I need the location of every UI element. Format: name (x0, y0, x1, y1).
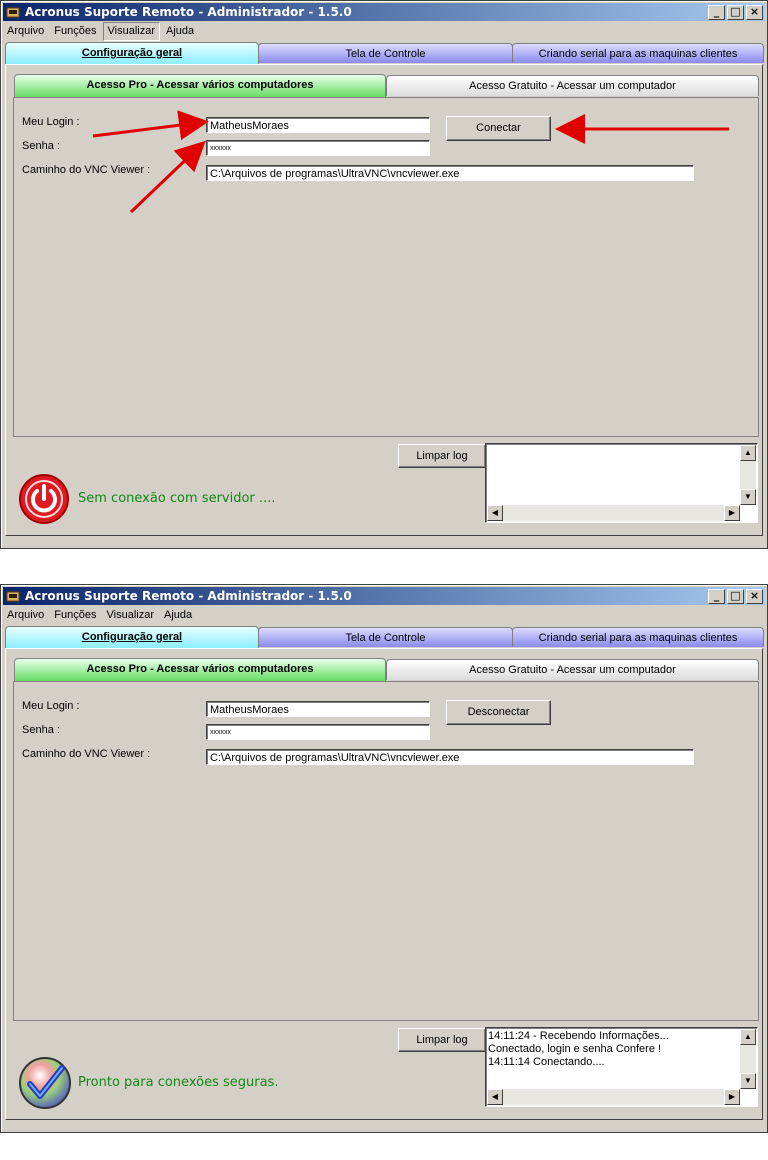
password-field[interactable]: xxxxxx (206, 724, 430, 740)
log-lines: 14:11:24 - Recebendo Informações... Cone… (488, 1030, 669, 1069)
app-icon (6, 591, 20, 602)
password-label: Senha : (22, 724, 60, 736)
vnc-path-label: Caminho do VNC Viewer : (22, 164, 151, 176)
tab-configuracao-geral[interactable]: Configuração geral (5, 42, 259, 65)
window-title: Acronus Suporte Remoto - Administrador -… (25, 589, 352, 603)
login-form-panel: Meu Login : MatheusMoraes Senha : xxxxxx… (13, 97, 759, 437)
subtab-acesso-pro[interactable]: Acesso Pro - Acessar vários computadores (14, 658, 386, 681)
log-line: Conectado, login e senha Confere ! (488, 1043, 662, 1055)
scroll-right-icon[interactable]: ▶ (724, 505, 740, 521)
subtab-acesso-gratuito[interactable]: Acesso Gratuito - Acessar um computador (386, 75, 759, 96)
tab-criando-serial[interactable]: Criando serial para as maquinas clientes (512, 627, 764, 647)
vnc-path-field[interactable]: C:\Arquivos de programas\UltraVNC\vncvie… (206, 165, 694, 181)
password-field[interactable]: xxxxxx (206, 140, 430, 156)
title-bar[interactable]: Acronus Suporte Remoto - Administrador -… (3, 587, 765, 605)
main-tabs: Configuração geral Tela de Controle Cria… (5, 42, 764, 65)
scroll-left-icon[interactable]: ◀ (487, 1089, 503, 1105)
log-horizontal-scrollbar[interactable]: ◀ ▶ (487, 505, 740, 521)
login-field[interactable]: MatheusMoraes (206, 117, 430, 133)
tab-configuracao-geral[interactable]: Configuração geral (5, 626, 259, 649)
subtab-acesso-gratuito[interactable]: Acesso Gratuito - Acessar um computador (386, 659, 759, 680)
vnc-path-label: Caminho do VNC Viewer : (22, 748, 151, 760)
sub-tabs: Acesso Pro - Acessar vários computadores… (14, 658, 759, 683)
main-tabs: Configuração geral Tela de Controle Cria… (5, 626, 764, 649)
password-label: Senha : (22, 140, 60, 152)
minimize-icon: _ (713, 589, 720, 602)
tab-panel: Acesso Pro - Acessar vários computadores… (5, 648, 763, 1120)
log-vertical-scrollbar[interactable]: ▲ ▼ (740, 445, 756, 505)
log-horizontal-scrollbar[interactable]: ◀ ▶ (487, 1089, 740, 1105)
scroll-down-icon[interactable]: ▼ (740, 489, 756, 505)
subtab-acesso-pro[interactable]: Acesso Pro - Acessar vários computadores (14, 74, 386, 97)
app-icon (6, 7, 20, 18)
menu-ajuda[interactable]: Ajuda (160, 606, 196, 625)
log-line: 14:11:14 Conectando.... (488, 1056, 605, 1068)
close-button[interactable]: × (746, 5, 763, 20)
app-window-disconnected: Acronus Suporte Remoto - Administrador -… (0, 0, 768, 549)
maximize-button[interactable]: □ (727, 589, 744, 604)
menu-arquivo[interactable]: Arquivo (3, 606, 48, 625)
login-label: Meu Login : (22, 700, 80, 712)
scroll-down-icon[interactable]: ▼ (740, 1073, 756, 1089)
tab-tela-de-controle[interactable]: Tela de Controle (258, 43, 513, 63)
minimize-button[interactable]: _ (708, 589, 725, 604)
tab-tela-de-controle[interactable]: Tela de Controle (258, 627, 513, 647)
log-line: 14:11:24 - Recebendo Informações... (488, 1030, 669, 1042)
vnc-path-field[interactable]: C:\Arquivos de programas\UltraVNC\vncvie… (206, 749, 694, 765)
login-label: Meu Login : (22, 116, 80, 128)
app-window-connected: Acronus Suporte Remoto - Administrador -… (0, 584, 768, 1133)
scroll-left-icon[interactable]: ◀ (487, 505, 503, 521)
clear-log-button[interactable]: Limpar log (398, 444, 486, 468)
disconnect-button[interactable]: Desconectar (446, 700, 551, 725)
menu-funcoes[interactable]: Funções (50, 22, 100, 41)
status-text: Sem conexão com servidor .... (78, 491, 276, 506)
power-icon (19, 474, 69, 524)
menu-visualizar[interactable]: Visualizar (102, 22, 160, 41)
connect-button[interactable]: Conectar (446, 116, 551, 141)
login-field[interactable]: MatheusMoraes (206, 701, 430, 717)
menu-ajuda[interactable]: Ajuda (162, 22, 198, 41)
close-button[interactable]: × (746, 589, 763, 604)
check-icon (19, 1057, 71, 1109)
status-text: Pronto para conexões seguras. (78, 1075, 279, 1090)
tab-criando-serial[interactable]: Criando serial para as maquinas clientes (512, 43, 764, 63)
menu-arquivo[interactable]: Arquivo (3, 22, 48, 41)
minimize-icon: _ (713, 5, 720, 18)
close-icon: × (749, 589, 760, 602)
scroll-up-icon[interactable]: ▲ (740, 1029, 756, 1045)
scroll-right-icon[interactable]: ▶ (724, 1089, 740, 1105)
minimize-button[interactable]: _ (708, 5, 725, 20)
title-bar[interactable]: Acronus Suporte Remoto - Administrador -… (3, 3, 765, 21)
scroll-up-icon[interactable]: ▲ (740, 445, 756, 461)
sub-tabs: Acesso Pro - Acessar vários computadores… (14, 74, 759, 99)
log-vertical-scrollbar[interactable]: ▲ ▼ (740, 1029, 756, 1089)
clear-log-button[interactable]: Limpar log (398, 1028, 486, 1052)
window-title: Acronus Suporte Remoto - Administrador -… (25, 5, 352, 19)
menu-bar: Arquivo Funções Visualizar Ajuda (3, 22, 765, 41)
maximize-icon: □ (730, 589, 741, 602)
tab-panel: Acesso Pro - Acessar vários computadores… (5, 64, 763, 536)
maximize-icon: □ (730, 5, 741, 18)
log-box[interactable]: 14:11:24 - Recebendo Informações... Cone… (485, 1027, 758, 1107)
log-box[interactable]: ▲ ▼ ◀ ▶ (485, 443, 758, 523)
menu-bar: Arquivo Funções Visualizar Ajuda (3, 606, 765, 625)
login-form-panel: Meu Login : MatheusMoraes Senha : xxxxxx… (13, 681, 759, 1021)
menu-funcoes[interactable]: Funções (50, 606, 100, 625)
close-icon: × (749, 5, 760, 18)
menu-visualizar[interactable]: Visualizar (103, 606, 159, 625)
maximize-button[interactable]: □ (727, 5, 744, 20)
